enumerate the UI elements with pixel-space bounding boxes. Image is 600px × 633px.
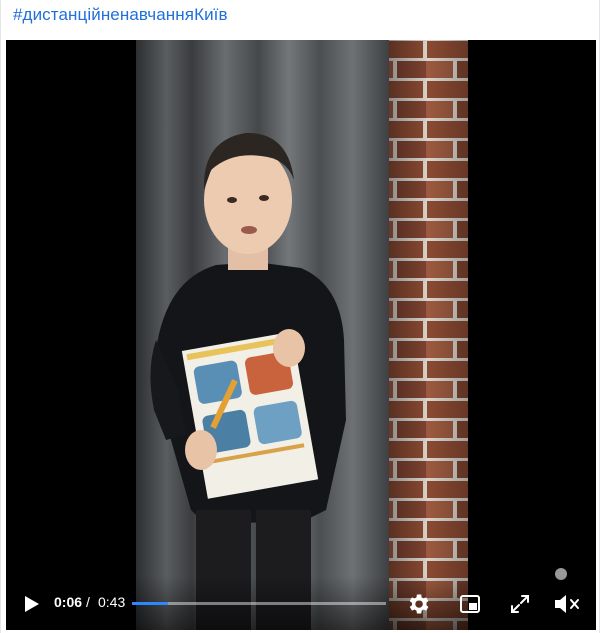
video-frame [6,40,596,630]
gear-icon[interactable] [405,591,431,617]
time-separator: / [86,594,90,610]
play-icon[interactable] [20,593,42,615]
fullscreen-icon[interactable] [508,592,532,616]
hashtag-link[interactable]: #дистанційненавчанняКиїв [13,5,228,25]
time-total: 0:43 [98,594,126,610]
speaker-muted-icon[interactable] [552,591,582,617]
progress-bar[interactable] [132,602,386,605]
time-current: 0:06 [54,594,83,610]
video-controls-bar: 0:06 / 0:43 [6,576,596,630]
post-card: #дистанційненавчанняКиїв 0:06 / 0:43 [0,0,600,633]
video-player[interactable]: 0:06 / 0:43 [6,40,596,630]
progress-played [132,602,168,605]
picture-in-picture-icon[interactable] [458,592,482,616]
